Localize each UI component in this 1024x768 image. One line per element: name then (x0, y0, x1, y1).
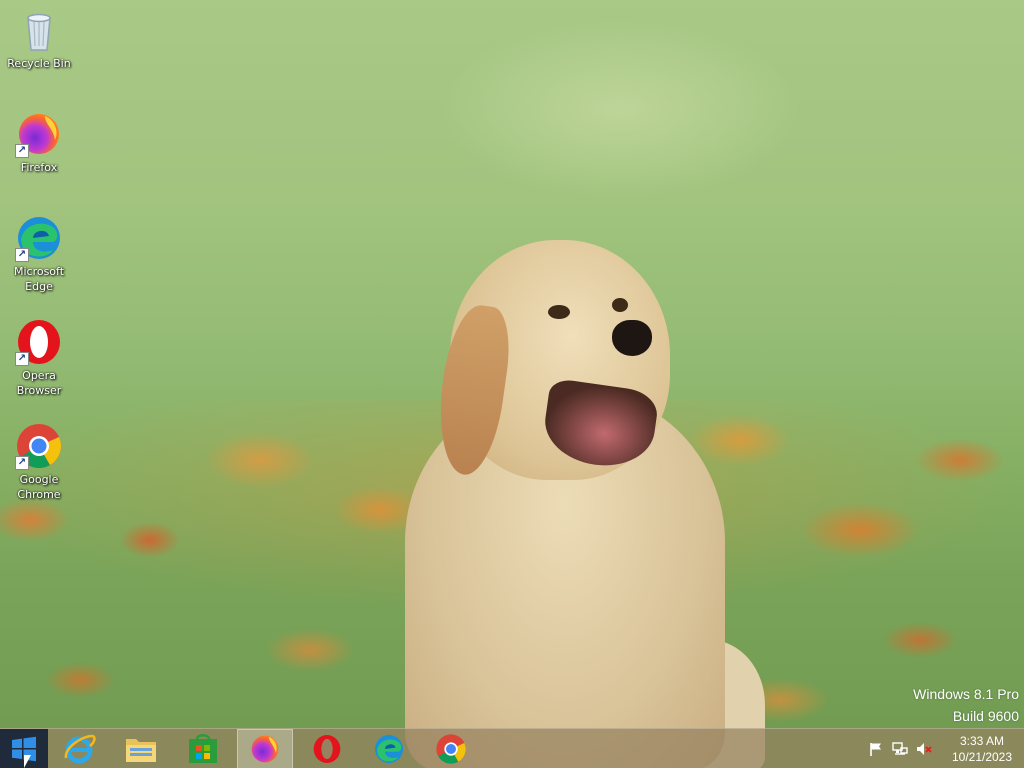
puppy-eye (548, 305, 570, 319)
opera-icon (313, 734, 341, 763)
desktop-icon-label: Opera Browser (16, 369, 62, 397)
desktop-icon-firefox[interactable]: ↗ Firefox (2, 110, 76, 175)
store-icon (189, 733, 217, 763)
desktop-icons: Recycle Bin ↗ Firefox ↗ Microsoft Edge ↗… (0, 0, 80, 520)
puppy-eye (612, 298, 628, 312)
flag-icon[interactable] (864, 729, 888, 768)
mouse-cursor (24, 755, 31, 768)
taskbar-item-file-explorer[interactable] (110, 729, 172, 768)
taskbar: 3:33 AM 10/21/2023 (0, 728, 1024, 768)
opera-icon: ↗ (15, 318, 63, 366)
taskbar-item-internet-explorer[interactable] (48, 729, 110, 768)
system-tray: 3:33 AM 10/21/2023 (864, 729, 1024, 768)
desktop-icon-google-chrome[interactable]: ↗ Google Chrome (2, 422, 76, 502)
desktop-icon-label: Firefox (20, 161, 58, 174)
internet-explorer-icon (64, 734, 96, 763)
desktop-icon-microsoft-edge[interactable]: ↗ Microsoft Edge (2, 214, 76, 294)
shortcut-arrow-icon: ↗ (15, 144, 29, 158)
firefox-icon: ↗ (15, 110, 63, 158)
taskbar-item-edge[interactable] (358, 729, 420, 768)
watermark-build: Build 9600 (952, 708, 1019, 724)
firefox-icon (251, 735, 279, 762)
desktop-icon-recycle-bin[interactable]: Recycle Bin (2, 6, 76, 71)
desktop-icon-label: Microsoft Edge (13, 265, 65, 293)
desktop-icon-opera-browser[interactable]: ↗ Opera Browser (2, 318, 76, 398)
taskbar-item-chrome[interactable] (420, 729, 482, 768)
puppy-nose (612, 320, 652, 356)
shortcut-arrow-icon: ↗ (15, 352, 29, 366)
watermark-edition: Windows 8.1 Pro (913, 686, 1019, 702)
desktop-icon-label: Google Chrome (17, 473, 61, 501)
taskbar-item-firefox[interactable] (237, 728, 293, 768)
folder-icon (126, 738, 156, 762)
edge-icon (375, 734, 403, 763)
clock-time: 3:33 AM (959, 733, 1005, 748)
taskbar-clock[interactable]: 3:33 AM 10/21/2023 (950, 733, 1014, 765)
clock-date: 10/21/2023 (951, 749, 1013, 764)
chrome-icon (436, 733, 466, 764)
taskbar-item-store[interactable] (172, 729, 234, 768)
network-icon[interactable] (888, 729, 912, 768)
shortcut-arrow-icon: ↗ (15, 248, 29, 262)
shortcut-arrow-icon: ↗ (15, 456, 29, 470)
volume-muted-icon[interactable] (912, 729, 936, 768)
windows-version-watermark: Windows 8.1 Pro Build 9600 (913, 683, 1019, 727)
edge-icon: ↗ (15, 214, 63, 262)
desktop-icon-label: Recycle Bin (7, 57, 71, 70)
taskbar-item-opera[interactable] (296, 729, 358, 768)
recycle-bin-icon (15, 6, 63, 54)
chrome-icon: ↗ (15, 422, 63, 470)
desktop-wallpaper (0, 0, 1024, 768)
